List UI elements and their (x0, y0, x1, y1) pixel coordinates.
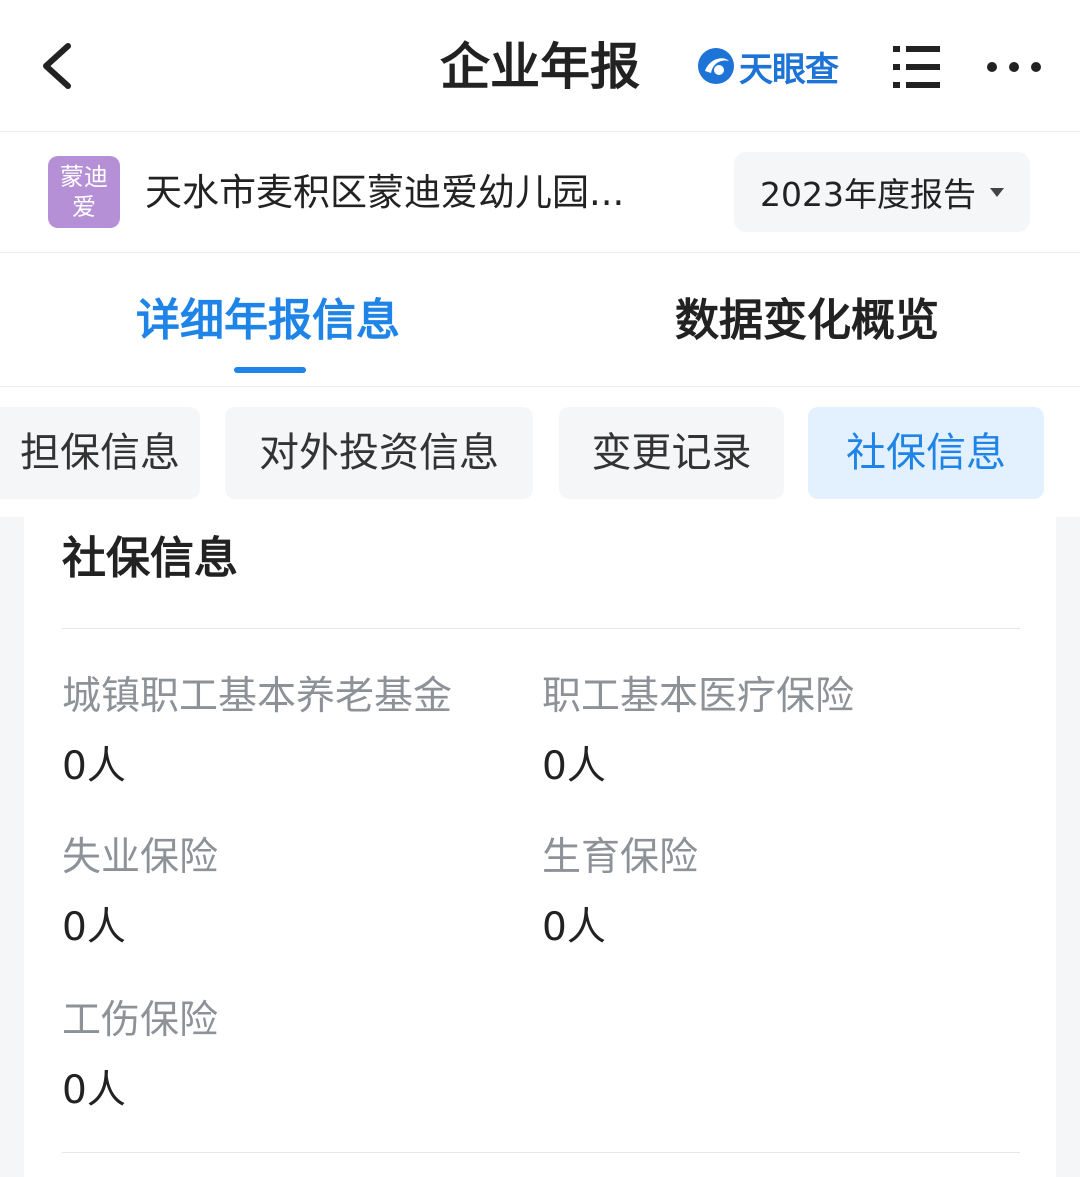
active-tab-indicator (234, 367, 306, 373)
logo-text-line2: 爱 (72, 193, 96, 221)
field-unemployment: 失业保险 0人 (62, 832, 218, 954)
field-value: 0人 (542, 905, 606, 950)
chip-guarantee-info[interactable]: 担保信息 (0, 407, 200, 499)
year-report-dropdown[interactable]: 2023年度报告 (734, 152, 1030, 232)
field-value: 0人 (62, 744, 126, 789)
field-maternity: 生育保险 0人 (542, 832, 698, 954)
section-chip-bar[interactable]: 担保信息 对外投资信息 变更记录 社保信息 (0, 387, 1080, 517)
field-value: 0人 (542, 744, 606, 789)
field-value: 0人 (62, 905, 126, 950)
field-work-injury: 工伤保险 0人 (62, 995, 218, 1117)
menu-button[interactable] (890, 40, 944, 94)
field-value: 0人 (62, 1068, 126, 1113)
brand-logo: 天眼查 (697, 44, 839, 90)
chip-investment-info[interactable]: 对外投资信息 (225, 407, 533, 499)
social-insurance-card: 社保信息 城镇职工基本养老基金 0人 职工基本医疗保险 0人 失业保险 0人 生… (24, 517, 1056, 1177)
company-logo: 蒙迪 爱 (48, 156, 120, 228)
tianyancha-logo-icon (698, 48, 734, 84)
field-label: 生育保险 (542, 835, 699, 880)
more-icon (987, 62, 1041, 72)
field-label: 失业保险 (62, 835, 219, 880)
field-label: 城镇职工基本养老基金 (62, 674, 453, 719)
brand-name: 天眼查 (739, 49, 839, 90)
divider (62, 1152, 1020, 1153)
field-pension: 城镇职工基本养老基金 0人 (62, 671, 452, 793)
tab-detailed-report[interactable]: 详细年报信息 (136, 291, 400, 351)
company-name[interactable]: 天水市麦积区蒙迪爱幼儿园... (145, 168, 705, 218)
chip-change-records[interactable]: 变更记录 (559, 407, 784, 499)
top-nav-bar: 企业年报 天眼查 (0, 0, 1080, 132)
field-label: 职工基本医疗保险 (542, 674, 855, 719)
logo-text-line1: 蒙迪 (60, 163, 108, 191)
more-button[interactable] (982, 40, 1046, 94)
menu-list-icon (893, 46, 940, 88)
chip-label: 担保信息 (20, 430, 180, 476)
field-medical: 职工基本医疗保险 0人 (542, 671, 854, 793)
tab-data-change-overview[interactable]: 数据变化概览 (675, 291, 939, 351)
section-title: 社保信息 (62, 533, 238, 584)
divider (62, 628, 1020, 629)
field-label: 工伤保险 (62, 998, 219, 1043)
caret-down-icon (989, 187, 1004, 197)
company-header: 蒙迪 爱 天水市麦积区蒙迪爱幼儿园... 2023年度报告 (0, 132, 1080, 253)
chip-social-insurance[interactable]: 社保信息 (808, 407, 1044, 499)
main-tab-bar: 详细年报信息 数据变化概览 (0, 253, 1080, 387)
year-report-label: 2023年度报告 (760, 175, 976, 214)
